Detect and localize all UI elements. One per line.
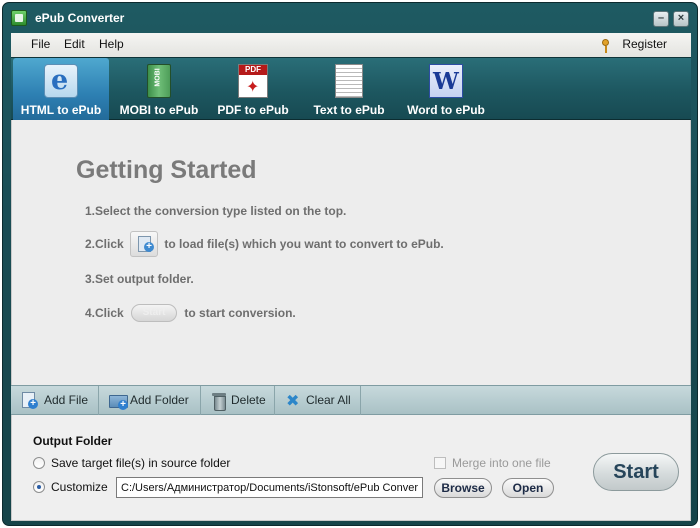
add-file-label: Add File	[44, 393, 89, 407]
window-title: ePub Converter	[35, 11, 125, 25]
word-icon	[429, 64, 463, 98]
customize-radio[interactable]	[33, 481, 45, 493]
add-folder-icon	[109, 392, 128, 410]
step-1: 1.Select the conversion type listed on t…	[85, 204, 347, 218]
step-2: 2.Click to load file(s) which you want t…	[85, 231, 444, 257]
file-toolbar: Add File Add Folder Delete Clear All	[11, 385, 691, 415]
key-icon	[602, 39, 609, 53]
start-button[interactable]: Start	[593, 453, 679, 491]
trash-icon	[211, 392, 227, 411]
tab-label: Text to ePub	[313, 103, 385, 117]
register-link[interactable]: Register	[622, 37, 667, 51]
app-icon	[11, 10, 27, 26]
output-path-input[interactable]	[116, 477, 423, 498]
file-list-area[interactable]: Getting Started 1.Select the conversion …	[11, 120, 691, 385]
getting-started-heading: Getting Started	[76, 156, 257, 184]
delete-label: Delete	[231, 393, 266, 407]
tab-label: MOBI to ePub	[119, 103, 199, 117]
step-4-suffix: to start conversion.	[184, 306, 296, 320]
mobi-book-icon	[147, 64, 171, 98]
open-button[interactable]: Open	[502, 478, 554, 498]
merge-label: Merge into one file	[452, 456, 551, 470]
merge-checkbox[interactable]	[434, 457, 446, 469]
clear-x-icon	[285, 391, 301, 411]
customize-label[interactable]: Customize	[51, 480, 108, 494]
tab-pdf-to-epub[interactable]: PDF to ePub	[209, 58, 297, 120]
tab-mobi-to-epub[interactable]: MOBI to ePub	[113, 58, 205, 120]
tab-label: PDF to ePub	[217, 103, 289, 117]
step-2-suffix: to load file(s) which you want to conver…	[164, 237, 444, 251]
output-folder-title: Output Folder	[33, 434, 113, 448]
add-file-button[interactable]: Add File	[11, 386, 99, 415]
html-ie-icon	[44, 64, 78, 98]
minimize-button[interactable]: –	[653, 11, 669, 27]
tab-word-to-epub[interactable]: Word to ePub	[401, 58, 491, 120]
tab-html-to-epub[interactable]: HTML to ePub	[13, 58, 109, 120]
title-bar: ePub Converter – ×	[3, 3, 697, 33]
conversion-tabs: HTML to ePub MOBI to ePub PDF to ePub Te…	[11, 57, 691, 120]
menu-edit[interactable]: Edit	[64, 37, 85, 51]
pdf-icon	[238, 64, 268, 98]
add-file-icon	[21, 392, 38, 409]
output-panel: Output Folder Save target file(s) in sou…	[11, 415, 691, 521]
add-folder-label: Add Folder	[130, 393, 189, 407]
step-2-prefix: 2.Click	[85, 237, 124, 251]
step-4: 4.Click Start to start conversion.	[85, 304, 296, 322]
menu-bar: File Edit Help Register	[11, 33, 691, 57]
browse-button[interactable]: Browse	[434, 478, 492, 498]
text-document-icon	[335, 64, 363, 98]
step-4-prefix: 4.Click	[85, 306, 124, 320]
menu-file[interactable]: File	[31, 37, 50, 51]
clear-all-label: Clear All	[306, 393, 351, 407]
add-file-inline-icon[interactable]	[130, 231, 159, 257]
save-in-source-label[interactable]: Save target file(s) in source folder	[51, 456, 230, 470]
menu-help[interactable]: Help	[99, 37, 124, 51]
tab-text-to-epub[interactable]: Text to ePub	[301, 58, 397, 120]
tab-label: HTML to ePub	[20, 103, 102, 117]
add-folder-button[interactable]: Add Folder	[99, 386, 201, 415]
save-in-source-radio[interactable]	[33, 457, 45, 469]
close-button[interactable]: ×	[673, 11, 689, 27]
app-window: ePub Converter – × File Edit Help Regist…	[2, 2, 698, 526]
delete-button[interactable]: Delete	[201, 386, 275, 415]
start-inline-button[interactable]: Start	[131, 304, 178, 322]
step-3: 3.Set output folder.	[85, 272, 194, 286]
clear-all-button[interactable]: Clear All	[275, 386, 361, 415]
tab-label: Word to ePub	[407, 103, 485, 117]
